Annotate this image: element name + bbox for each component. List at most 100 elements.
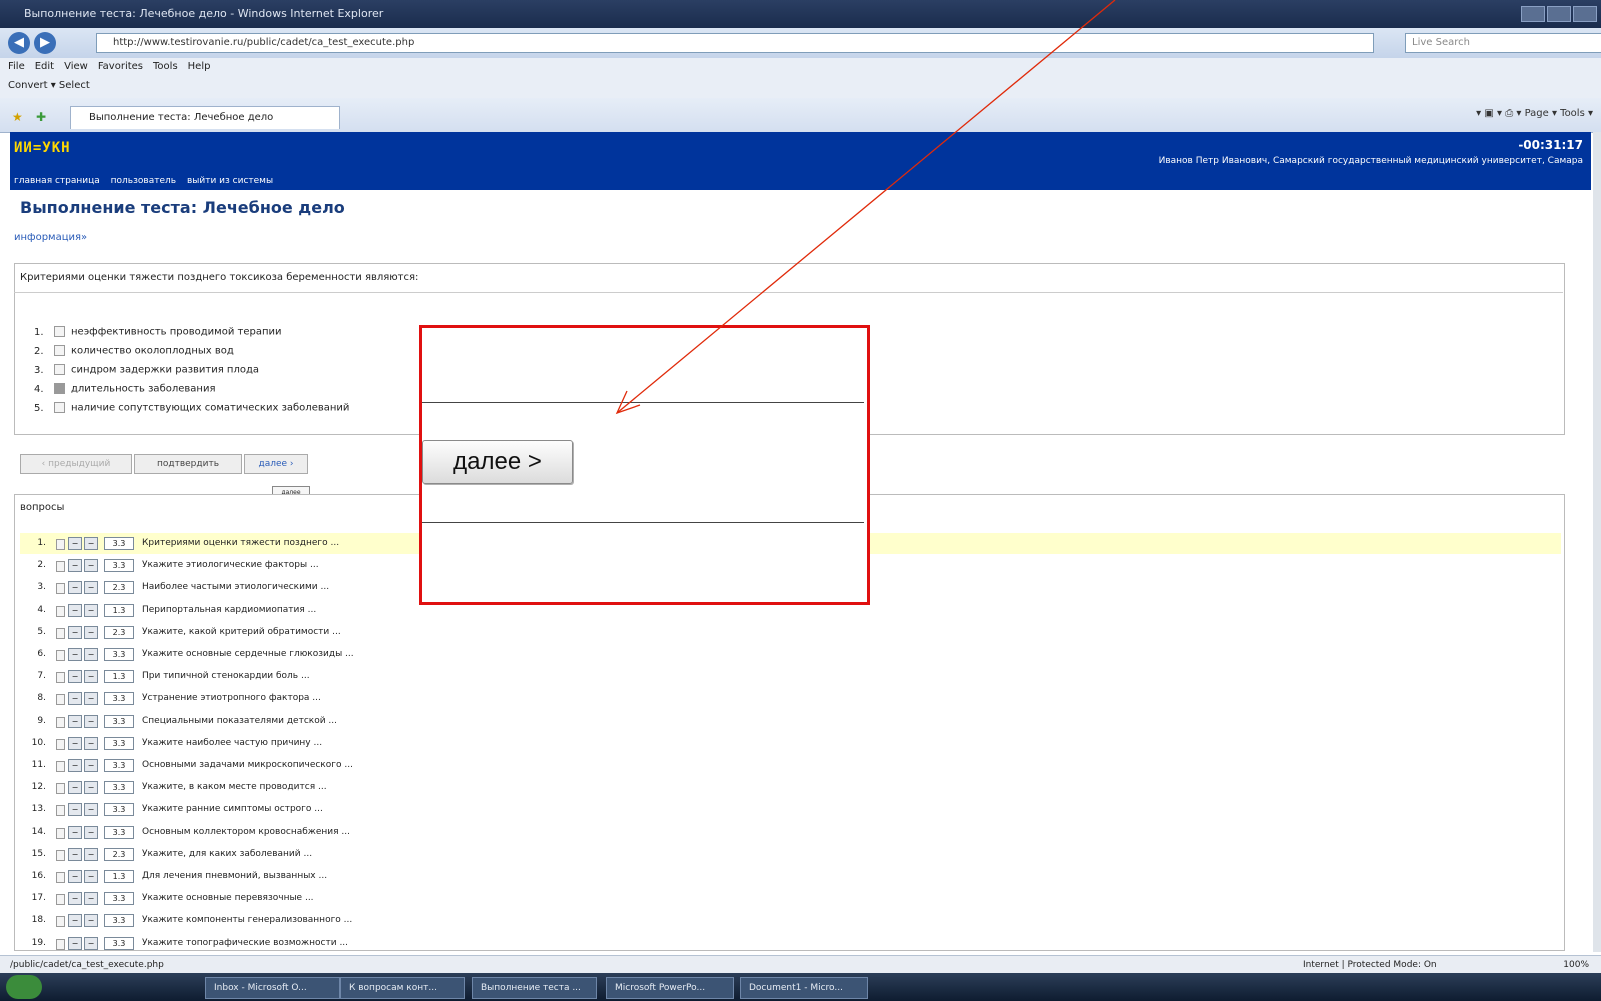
minus-icon[interactable]: − — [68, 648, 82, 661]
question-title[interactable]: Специальными показателями детской ... — [142, 711, 337, 732]
minus-icon[interactable]: − — [68, 803, 82, 817]
search-input[interactable]: Live Search — [1405, 33, 1601, 53]
minus-icon[interactable]: − — [68, 714, 82, 728]
question-row[interactable]: 5. − −2.3 Укажите, какой критерий обратимос… — [20, 622, 1561, 643]
next-button-zoomed[interactable]: далее > — [422, 440, 573, 484]
question-checkbox[interactable] — [56, 738, 65, 750]
favorites-star-icon[interactable]: ★ — [12, 110, 23, 124]
question-title[interactable]: Устранение этиотропного фактора ... — [142, 688, 321, 709]
taskbar-item[interactable]: К вопросам конт... — [340, 977, 465, 999]
question-row[interactable]: 17. − −3.3 Укажите основные перевязочные ..… — [20, 888, 1561, 909]
minus-icon[interactable]: − — [68, 692, 82, 706]
zoom-level[interactable]: 100% — [1563, 956, 1589, 974]
nav-user[interactable]: пользователь — [111, 176, 176, 186]
question-checkbox[interactable] — [56, 827, 65, 839]
question-checkbox[interactable] — [56, 916, 65, 928]
add-favorites-icon[interactable]: ✚ — [36, 110, 46, 124]
question-checkbox[interactable] — [56, 605, 65, 617]
minus-icon[interactable]: − — [68, 736, 82, 750]
forward-icon[interactable]: ▶ — [34, 32, 56, 54]
minus-icon[interactable]: − — [84, 581, 98, 595]
minus-icon[interactable]: − — [68, 603, 82, 617]
question-checkbox[interactable] — [56, 894, 65, 906]
minus-icon[interactable]: − — [68, 670, 82, 684]
question-title[interactable]: Укажите ранние симптомы острого ... — [142, 799, 323, 820]
menu-item[interactable]: Tools — [153, 61, 178, 72]
question-row[interactable]: 12. − −3.3 Укажите, в каком месте проводитс… — [20, 777, 1561, 798]
command-bar[interactable]: ▾ ▣ ▾ ⎙ ▾ Page ▾ Tools ▾ — [1476, 108, 1593, 119]
minus-icon[interactable]: − — [68, 847, 82, 861]
minus-icon[interactable]: − — [68, 559, 82, 573]
minus-icon[interactable]: − — [84, 736, 98, 750]
minus-icon[interactable]: − — [68, 581, 82, 595]
question-checkbox[interactable] — [56, 849, 65, 861]
question-row[interactable]: 7. − −1.3 При типичной стенокардии боль ... — [20, 666, 1561, 687]
close-window-button[interactable] — [1573, 6, 1597, 22]
question-checkbox[interactable] — [56, 539, 65, 550]
minus-icon[interactable]: − — [84, 914, 98, 928]
question-checkbox[interactable] — [56, 783, 65, 795]
answer-option[interactable]: 1. неэффективность проводимой терапии — [34, 326, 282, 338]
taskbar-item[interactable]: Выполнение теста ... — [472, 977, 597, 999]
question-row[interactable]: 13. − −3.3 Укажите ранние симптомы острого … — [20, 799, 1561, 820]
taskbar-item[interactable]: Document1 - Micro... — [740, 977, 868, 999]
menu-item[interactable]: File — [8, 61, 25, 72]
option-checkbox[interactable] — [54, 402, 65, 413]
question-row[interactable]: 8. − −3.3 Устранение этиотропного фактора .… — [20, 688, 1561, 709]
confirm-button[interactable]: подтвердить — [134, 454, 242, 474]
minimize-button[interactable] — [1521, 6, 1545, 22]
links-bar[interactable]: Convert ▾ Select — [8, 80, 90, 91]
minus-icon[interactable]: − — [68, 936, 82, 950]
nav-logout[interactable]: выйти из системы — [187, 176, 273, 186]
question-row[interactable]: 18. − −3.3 Укажите компоненты генерализован… — [20, 910, 1561, 931]
start-button[interactable] — [6, 975, 42, 999]
back-icon[interactable]: ◀ — [8, 32, 30, 54]
question-title[interactable]: Укажите этиологические факторы ... — [142, 555, 319, 576]
answer-option[interactable]: 2. количество околоплодных вод — [34, 345, 234, 357]
question-title[interactable]: Перипортальная кардиомиопатия ... — [142, 600, 316, 621]
minus-icon[interactable]: − — [84, 870, 98, 883]
answer-option[interactable]: 5. наличие сопутствующих соматических заб… — [34, 402, 349, 414]
minus-icon[interactable]: − — [84, 781, 98, 795]
minus-icon[interactable]: − — [84, 714, 98, 728]
minus-icon[interactable]: − — [68, 781, 82, 795]
menu-item[interactable]: Help — [188, 61, 211, 72]
minus-icon[interactable]: − — [84, 847, 98, 861]
question-checkbox[interactable] — [56, 872, 65, 883]
minus-icon[interactable]: − — [84, 625, 98, 639]
answer-option[interactable]: 4. длительность заболевания — [34, 383, 215, 395]
option-checkbox[interactable] — [54, 364, 65, 375]
question-checkbox[interactable] — [56, 672, 65, 684]
url-field[interactable]: http://www.testirovanie.ru/public/cadet/… — [96, 33, 1374, 53]
question-title[interactable]: Укажите, в каком месте проводится ... — [142, 777, 327, 798]
minus-icon[interactable]: − — [84, 825, 98, 839]
minus-icon[interactable]: − — [68, 870, 82, 883]
question-checkbox[interactable] — [56, 561, 65, 573]
question-row[interactable]: 15. − −2.3 Укажите, для каких заболеваний .… — [20, 844, 1561, 865]
minus-icon[interactable]: − — [84, 759, 98, 772]
question-checkbox[interactable] — [56, 650, 65, 661]
question-title[interactable]: При типичной стенокардии боль ... — [142, 666, 310, 687]
minus-icon[interactable]: − — [84, 936, 98, 950]
question-checkbox[interactable] — [56, 761, 65, 772]
question-row[interactable]: 9. − −3.3 Специальными показателями детской… — [20, 711, 1561, 732]
minus-icon[interactable]: − — [68, 537, 82, 550]
question-row[interactable]: 6. − −3.3 Укажите основные сердечные глюкоз… — [20, 644, 1561, 665]
menu-item[interactable]: Edit — [35, 61, 54, 72]
question-title[interactable]: Основным коллектором кровоснабжения ... — [142, 822, 350, 843]
question-row[interactable]: 11. − −3.3 Основными задачами микроскопичес… — [20, 755, 1561, 776]
question-row[interactable]: 16. − −1.3 Для лечения пневмоний, вызванных… — [20, 866, 1561, 887]
info-link[interactable]: информация» — [14, 232, 87, 243]
answer-option[interactable]: 3. синдром задержки развития плода — [34, 364, 259, 376]
question-title[interactable]: Укажите топографические возможности ... — [142, 933, 348, 954]
question-row[interactable]: 10. − −3.3 Укажите наиболее частую причину … — [20, 733, 1561, 754]
question-title[interactable]: Укажите основные перевязочные ... — [142, 888, 314, 909]
scrollbar[interactable] — [1593, 132, 1601, 952]
question-title[interactable]: Наиболее частыми этиологическими ... — [142, 577, 329, 598]
question-title[interactable]: Для лечения пневмоний, вызванных ... — [142, 866, 327, 887]
question-title[interactable]: Укажите, для каких заболеваний ... — [142, 844, 312, 865]
menu-item[interactable]: View — [64, 61, 88, 72]
minus-icon[interactable]: − — [84, 892, 98, 906]
question-title[interactable]: Укажите основные сердечные глюкозиды ... — [142, 644, 354, 665]
question-checkbox[interactable] — [56, 583, 65, 595]
